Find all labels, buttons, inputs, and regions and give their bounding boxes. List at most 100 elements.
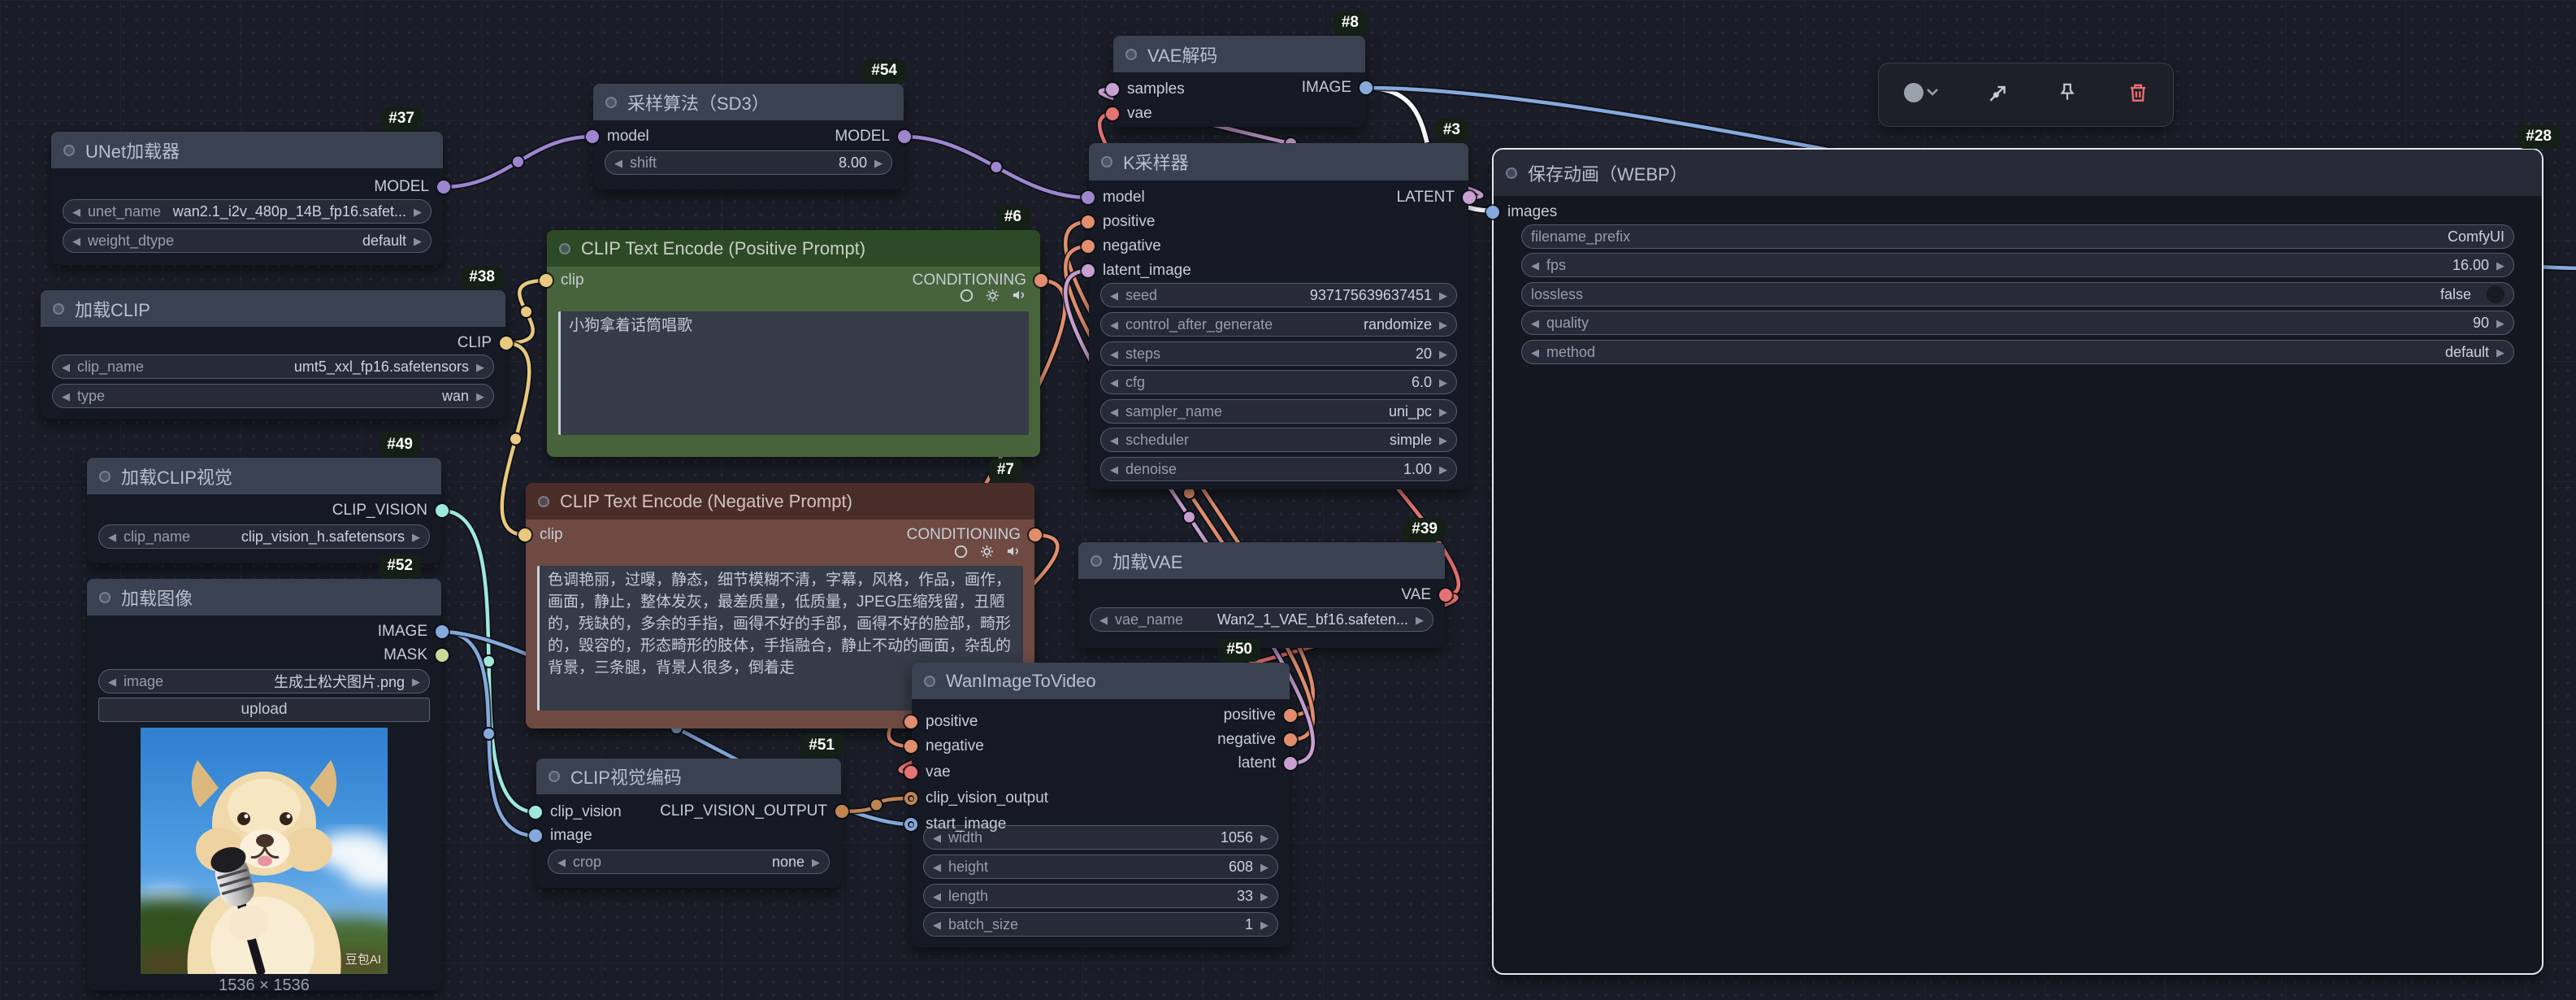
decrement-arrow-icon[interactable]: ◀ — [1110, 320, 1118, 330]
toggle-knob-icon[interactable] — [2487, 285, 2504, 303]
port-dot-icon[interactable] — [1360, 81, 1373, 94]
output-port-CLIP[interactable]: CLIP — [458, 333, 513, 353]
port-dot-icon[interactable] — [529, 806, 542, 819]
decrement-arrow-icon[interactable]: ◀ — [1110, 435, 1118, 446]
port-dot-icon[interactable] — [904, 818, 917, 831]
input-port-latent_image[interactable]: latent_image — [1082, 261, 1191, 280]
increment-arrow-icon[interactable]: ▶ — [414, 236, 422, 246]
widget-vae_name[interactable]: ◀vae_nameWan2_1_VAE_bf16.safeten...▶ — [1090, 607, 1433, 632]
increment-arrow-icon[interactable]: ▶ — [874, 158, 883, 168]
decrement-arrow-icon[interactable]: ◀ — [1110, 464, 1118, 475]
node-title-bar[interactable]: CLIP Text Encode (Positive Prompt) — [547, 230, 1040, 267]
collapse-dot-icon[interactable] — [1506, 167, 1517, 179]
widget-height[interactable]: ◀height608▶ — [923, 854, 1278, 879]
node-load-clip-vision[interactable]: 加载CLIP视觉#49CLIP_VISION◀clip_nameclip_vis… — [87, 458, 441, 563]
output-port-MODEL[interactable]: MODEL — [374, 177, 450, 197]
widget-fps[interactable]: ◀fps16.00▶ — [1521, 253, 2514, 277]
widget-weight_dtype[interactable]: ◀weight_dtypedefault▶ — [63, 228, 432, 253]
increment-arrow-icon[interactable]: ▶ — [476, 391, 484, 402]
decrement-arrow-icon[interactable]: ◀ — [72, 236, 80, 246]
collapse-dot-icon[interactable] — [63, 145, 75, 156]
collapse-dot-icon[interactable] — [559, 243, 570, 254]
node-load-image[interactable]: 加载图像#52IMAGEMASK◀image生成土松犬图片.png▶upload… — [87, 579, 441, 990]
port-dot-icon[interactable] — [1034, 274, 1047, 287]
port-dot-icon[interactable] — [500, 337, 513, 350]
increment-arrow-icon[interactable]: ▶ — [1439, 407, 1447, 417]
port-dot-icon[interactable] — [1082, 240, 1095, 253]
input-port-model[interactable]: model — [586, 127, 649, 146]
output-port-LATENT[interactable]: LATENT — [1397, 188, 1476, 207]
increment-arrow-icon[interactable]: ▶ — [412, 532, 420, 542]
widget-scheduler[interactable]: ◀schedulersimple▶ — [1100, 428, 1457, 452]
increment-arrow-icon[interactable]: ▶ — [1416, 615, 1424, 625]
node-title-bar[interactable]: 加载VAE — [1078, 542, 1445, 579]
collapse-dot-icon[interactable] — [1125, 49, 1137, 60]
input-port-clip_vision[interactable]: clip_vision — [529, 802, 622, 822]
widget-clip_name[interactable]: ◀clip_nameumt5_xxl_fp16.safetensors▶ — [52, 354, 494, 379]
port-dot-icon[interactable] — [904, 766, 917, 779]
port-dot-icon[interactable] — [904, 792, 917, 805]
node-vae-decode[interactable]: VAE解码#8samplesvaeIMAGE — [1113, 36, 1365, 127]
node-clip-text-encode-positive[interactable]: CLIP Text Encode (Positive Prompt)#6clip… — [547, 230, 1040, 457]
input-port-clip_vision_output[interactable]: clip_vision_output — [904, 789, 1048, 808]
increment-arrow-icon[interactable]: ▶ — [2496, 318, 2504, 328]
collapse-dot-icon[interactable] — [1101, 156, 1112, 167]
port-dot-icon[interactable] — [1082, 264, 1095, 277]
node-unet-loader[interactable]: UNet加载器#37MODEL◀unet_namewan2.1_i2v_480p… — [51, 132, 443, 265]
collapse-dot-icon[interactable] — [549, 771, 560, 782]
output-port-latent[interactable]: latent — [1238, 754, 1297, 773]
port-dot-icon[interactable] — [1486, 206, 1499, 219]
collapse-dot-icon[interactable] — [99, 592, 111, 603]
widget-method[interactable]: ◀methoddefault▶ — [1521, 340, 2514, 364]
node-title-bar[interactable]: 加载CLIP视觉 — [87, 458, 441, 494]
node-load-clip[interactable]: 加载CLIP#38CLIP◀clip_nameumt5_xxl_fp16.saf… — [41, 290, 505, 419]
widget-batch_size[interactable]: ◀batch_size1▶ — [923, 912, 1278, 937]
widget-quality[interactable]: ◀quality90▶ — [1521, 311, 2514, 335]
port-dot-icon[interactable] — [1029, 528, 1042, 541]
node-model-sampling-sd3[interactable]: 采样算法（SD3）#54modelMODEL◀shift8.00▶ — [593, 84, 904, 189]
port-dot-icon[interactable] — [436, 625, 449, 638]
port-dot-icon[interactable] — [1439, 589, 1452, 602]
increment-arrow-icon[interactable]: ▶ — [812, 857, 820, 867]
output-port-CONDITIONING[interactable]: CONDITIONING — [907, 525, 1042, 545]
port-dot-icon[interactable] — [1082, 215, 1095, 228]
node-title-bar[interactable]: 加载图像 — [87, 579, 441, 615]
input-port-vae[interactable]: vae — [904, 763, 951, 782]
increment-arrow-icon[interactable]: ▶ — [1439, 349, 1447, 359]
gear-icon[interactable] — [985, 288, 1000, 303]
decrement-arrow-icon[interactable]: ◀ — [1110, 377, 1118, 388]
collapse-dot-icon[interactable] — [924, 676, 935, 687]
input-port-positive[interactable]: positive — [904, 712, 978, 732]
collapse-dot-icon[interactable] — [53, 303, 64, 315]
input-port-model[interactable]: model — [1082, 188, 1145, 207]
widget-control_after_generate[interactable]: ◀control_after_generaterandomize▶ — [1100, 312, 1457, 337]
port-dot-icon[interactable] — [436, 649, 449, 662]
node-title-bar[interactable]: 采样算法（SD3） — [593, 84, 904, 120]
widget-crop[interactable]: ◀cropnone▶ — [548, 850, 830, 874]
decrement-arrow-icon[interactable]: ◀ — [108, 532, 116, 542]
input-port-clip[interactable]: clip — [540, 271, 584, 290]
port-dot-icon[interactable] — [437, 180, 450, 193]
decrement-arrow-icon[interactable]: ◀ — [614, 158, 622, 168]
input-port-image[interactable]: image — [529, 826, 592, 846]
node-title-bar[interactable]: CLIP视觉编码 — [536, 759, 841, 794]
node-canvas[interactable]: UNet加载器#37MODEL◀unet_namewan2.1_i2v_480p… — [0, 0, 2576, 1000]
output-port-CLIP_VISION_OUTPUT[interactable]: CLIP_VISION_OUTPUT — [660, 802, 848, 821]
node-wan-image-to-video[interactable]: WanImageToVideo#50positivenegativevaecli… — [912, 663, 1290, 947]
bypass-node-button[interactable] — [1980, 75, 2015, 115]
port-dot-icon[interactable] — [1284, 757, 1297, 770]
input-port-negative[interactable]: negative — [1082, 237, 1161, 256]
output-port-IMAGE[interactable]: IMAGE — [1302, 78, 1373, 98]
port-dot-icon[interactable] — [898, 130, 911, 143]
port-dot-icon[interactable] — [904, 715, 917, 728]
output-port-CLIP_VISION[interactable]: CLIP_VISION — [332, 501, 449, 520]
widget-seed[interactable]: ◀seed937175639637451▶ — [1100, 283, 1457, 307]
node-clip-vision-encode[interactable]: CLIP视觉编码#51clip_visionimageCLIP_VISION_O… — [536, 759, 841, 888]
widget-steps[interactable]: ◀steps20▶ — [1100, 341, 1457, 366]
speaker-icon[interactable] — [1011, 287, 1027, 303]
port-dot-icon[interactable] — [835, 805, 848, 818]
increment-arrow-icon[interactable]: ▶ — [1439, 464, 1447, 475]
decrement-arrow-icon[interactable]: ◀ — [72, 207, 80, 217]
gear-icon[interactable] — [979, 544, 995, 559]
port-dot-icon[interactable] — [518, 528, 531, 541]
